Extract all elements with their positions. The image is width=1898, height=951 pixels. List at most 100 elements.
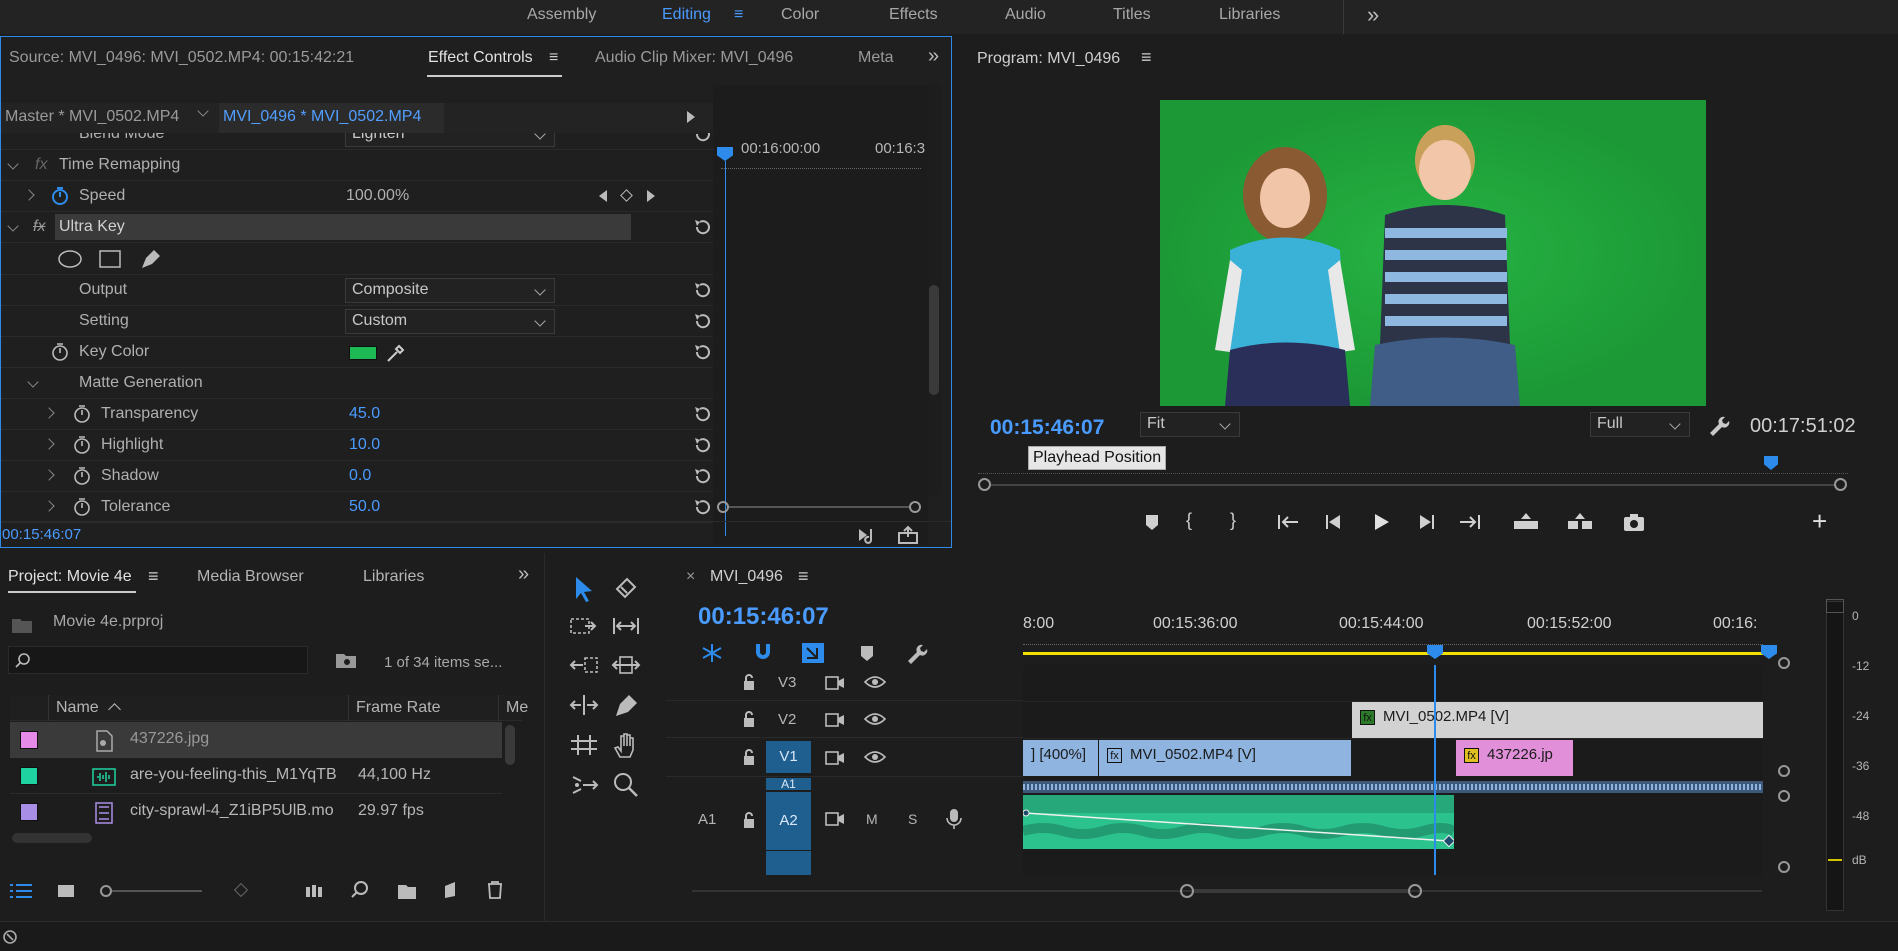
tolerance-value[interactable]: 50.0: [349, 498, 380, 516]
button-editor-plus-icon[interactable]: +: [1812, 506, 1827, 537]
workspace-audio[interactable]: Audio: [1005, 6, 1046, 24]
nest-toggle-icon[interactable]: [700, 642, 724, 664]
export-frame-icon[interactable]: [1622, 511, 1646, 533]
new-bin-icon[interactable]: [396, 881, 418, 901]
reset-output-icon[interactable]: [691, 280, 713, 300]
project-menu-icon[interactable]: ≡: [148, 566, 159, 587]
hand-tool-icon[interactable]: [613, 731, 639, 759]
settings-wrench-icon[interactable]: [1706, 413, 1730, 437]
hscroll-start-handle[interactable]: [1180, 884, 1194, 898]
timeline-settings-icon[interactable]: [904, 641, 928, 665]
find-icon[interactable]: [350, 880, 370, 900]
vscroll-mid-handle[interactable]: [1778, 765, 1790, 777]
add-marker-icon[interactable]: [1142, 512, 1162, 532]
time-remapping-chevron-icon[interactable]: [7, 158, 19, 170]
lock-icon[interactable]: [742, 748, 756, 766]
close-sequence-icon[interactable]: ×: [686, 568, 695, 586]
program-zoom-end-handle[interactable]: [1834, 478, 1847, 491]
source-a1-label[interactable]: A1: [698, 811, 716, 828]
mini-playhead-icon[interactable]: [717, 147, 733, 161]
workspace-overflow-icon[interactable]: »: [1367, 2, 1379, 28]
slip-tool-icon[interactable]: [611, 615, 641, 637]
mini-zoom-start-handle[interactable]: [717, 501, 729, 513]
shadow-stopwatch-icon[interactable]: [73, 466, 91, 486]
clip-area[interactable]: fx MVI_0502.MP4 [V] ] [400%] fx MVI_0502.M…: [1023, 665, 1763, 875]
microphone-icon[interactable]: [946, 808, 962, 830]
workspace-titles[interactable]: Titles: [1113, 6, 1151, 24]
thumb-size-slider-track[interactable]: [112, 890, 202, 892]
reset-tolerance-icon[interactable]: [691, 497, 713, 517]
tab-libraries[interactable]: Libraries: [363, 568, 424, 586]
lock-icon[interactable]: [742, 673, 756, 691]
workspace-editing[interactable]: Editing: [662, 6, 711, 24]
play-audio-icon[interactable]: [857, 525, 881, 545]
tab-effect-controls[interactable]: Effect Controls: [428, 49, 533, 67]
program-zoom-start-handle[interactable]: [978, 478, 991, 491]
highlight-stopwatch-icon[interactable]: [73, 435, 91, 455]
tab-metadata[interactable]: Meta: [858, 49, 894, 67]
rate-stretch-tool-icon[interactable]: [569, 733, 599, 757]
hscroll-thumb[interactable]: [1194, 889, 1408, 893]
timeline-timecode[interactable]: 00:15:46:07: [698, 603, 829, 631]
clip-v1-image[interactable]: fx 437226.jp: [1456, 740, 1573, 776]
label-color-swatch[interactable]: [20, 767, 38, 785]
list-item[interactable]: city-sprawl-4_Z1iBP5UlB.mo 29.97 fps: [10, 794, 502, 830]
project-scrollbar-thumb[interactable]: [505, 725, 515, 765]
mark-out-icon[interactable]: }: [1230, 510, 1236, 531]
ec-scrollbar-thumb[interactable]: [929, 285, 939, 395]
resolution-dropdown[interactable]: Full: [1590, 412, 1690, 437]
icon-view-icon[interactable]: [56, 881, 76, 901]
highlight-chevron-icon[interactable]: [43, 438, 55, 450]
tab-media-browser[interactable]: Media Browser: [197, 568, 304, 586]
ripple-edit-tool-icon[interactable]: [569, 654, 599, 676]
eye-icon[interactable]: [864, 712, 886, 726]
project-hscroll-thumb[interactable]: [12, 833, 92, 843]
solo-button[interactable]: S: [908, 811, 917, 827]
reset-setting-icon[interactable]: [691, 311, 713, 331]
program-video-frame[interactable]: [1160, 100, 1706, 406]
next-keyframe-icon[interactable]: [647, 190, 655, 202]
extract-icon[interactable]: [1566, 511, 1594, 533]
sequence-tab[interactable]: MVI_0496: [710, 568, 783, 586]
program-timecode[interactable]: 00:15:46:07: [990, 416, 1104, 440]
reset-key-color-icon[interactable]: [691, 342, 713, 362]
sync-lock-icon[interactable]: [824, 674, 846, 692]
clip-v2-mvi0502[interactable]: fx MVI_0502.MP4 [V]: [1352, 702, 1763, 738]
add-keyframe-icon[interactable]: [620, 189, 633, 202]
add-marker-timeline-icon[interactable]: [858, 643, 876, 663]
vscroll-audio-handle[interactable]: [1778, 790, 1790, 802]
highlight-value[interactable]: 10.0: [349, 436, 380, 454]
output-dropdown[interactable]: Composite: [345, 278, 555, 303]
rectangle-mask-icon[interactable]: [98, 249, 122, 269]
ec-timecode[interactable]: 00:15:46:07: [2, 526, 81, 543]
project-search-input[interactable]: [8, 646, 308, 674]
new-search-bin-icon[interactable]: [334, 650, 358, 670]
lift-icon[interactable]: [1512, 511, 1540, 533]
reset-blend-icon[interactable]: [691, 133, 713, 144]
go-to-out-icon[interactable]: [1458, 512, 1482, 532]
reset-transparency-icon[interactable]: [691, 404, 713, 424]
speed-value[interactable]: 100.00%: [346, 187, 409, 205]
tab-source[interactable]: Source: MVI_0496: MVI_0502.MP4: 00:15:42…: [9, 49, 354, 67]
sort-icons-icon[interactable]: [233, 882, 249, 898]
a1-waveform[interactable]: [1023, 781, 1763, 793]
show-timeline-icon[interactable]: [687, 111, 695, 123]
eye-icon[interactable]: [864, 675, 886, 689]
new-item-icon[interactable]: [442, 880, 462, 900]
speed-chevron-icon[interactable]: [23, 189, 35, 201]
label-color-swatch[interactable]: [20, 803, 38, 821]
snap-icon[interactable]: [752, 641, 774, 663]
transparency-chevron-icon[interactable]: [43, 407, 55, 419]
work-area-bar[interactable]: [1023, 652, 1763, 655]
panel-overflow-icon[interactable]: »: [928, 45, 939, 68]
eyedropper-icon[interactable]: [385, 342, 407, 364]
sync-lock-icon[interactable]: [824, 810, 846, 828]
column-media[interactable]: Me: [506, 699, 528, 717]
step-forward-icon[interactable]: [1414, 512, 1436, 532]
meter-clip-indicator[interactable]: [1826, 599, 1844, 613]
program-ruler[interactable]: [978, 460, 1848, 474]
transparency-value[interactable]: 45.0: [349, 405, 380, 423]
clip-v1-mvi0502[interactable]: fx MVI_0502.MP4 [V]: [1099, 740, 1351, 776]
pen-mask-icon[interactable]: [139, 247, 163, 271]
track-a1-target[interactable]: A1: [766, 778, 811, 790]
